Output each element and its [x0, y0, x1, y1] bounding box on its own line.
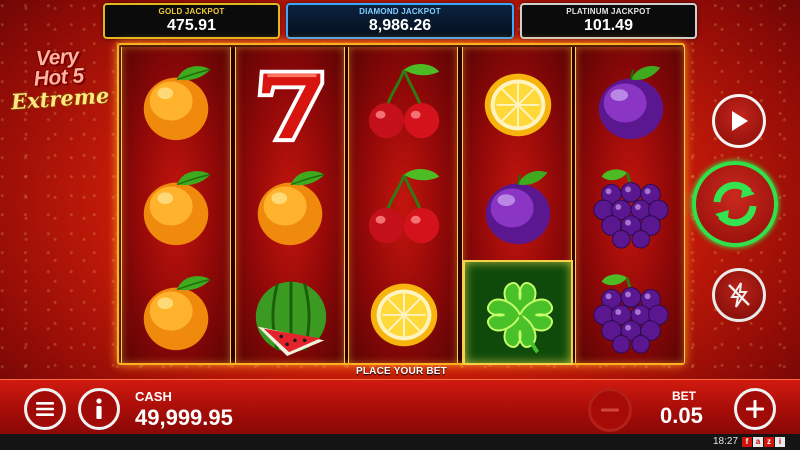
gold-jackpot: GOLD JACKPOT 475.91: [103, 3, 280, 39]
info-button[interactable]: [78, 388, 120, 430]
diamond-jackpot-label: DIAMOND JACKPOT: [359, 7, 441, 16]
gold-jackpot-value: 475.91: [167, 17, 216, 34]
reel-3: [348, 47, 458, 363]
cherry-symbol: [349, 155, 459, 260]
diamond-jackpot: DIAMOND JACKPOT 8,986.26: [286, 3, 514, 39]
orange-symbol: [236, 155, 346, 260]
clover-icon: [486, 281, 553, 354]
jackpot-bar: GOLD JACKPOT 475.91 DIAMOND JACKPOT 8,98…: [103, 3, 697, 39]
plum-symbol: [576, 50, 686, 155]
cherry-icon: [368, 63, 440, 139]
status-bar: 18:27 f a z i: [0, 434, 800, 450]
spin-arrows-icon: [713, 181, 757, 227]
seven-symbol: [236, 50, 346, 155]
decrease-bet-button[interactable]: [588, 388, 632, 432]
brand-logo: f a z i: [742, 437, 785, 447]
brand-letter: z: [764, 437, 774, 447]
watermelon-icon: [255, 281, 326, 356]
turbo-button[interactable]: [712, 268, 766, 322]
reel-2: [234, 47, 346, 365]
cherry-icon: [368, 168, 440, 244]
orange-icon: [143, 171, 211, 246]
menu-button[interactable]: [24, 388, 66, 430]
plum-symbol: [463, 155, 573, 260]
reel-5: [575, 47, 685, 363]
clover-symbol: [462, 260, 573, 365]
minus-icon: [601, 408, 619, 412]
lemon-symbol: [349, 260, 459, 365]
lemon-symbol: [463, 50, 573, 155]
increase-bet-button[interactable]: [734, 388, 776, 430]
place-your-bet-message: PLACE YOUR BET: [356, 366, 447, 377]
platinum-jackpot-label: PLATINUM JACKPOT: [566, 7, 651, 16]
reel-1: [121, 47, 231, 363]
grapes-symbol: [576, 155, 686, 260]
seven-icon: [257, 69, 324, 143]
orange-symbol: [122, 50, 232, 155]
orange-icon: [257, 171, 324, 246]
menu-icon: [36, 402, 54, 416]
watermelon-symbol: [236, 260, 346, 365]
platinum-jackpot: PLATINUM JACKPOT 101.49: [520, 3, 697, 39]
bet-value: 0.05: [660, 403, 703, 428]
cash-label: CASH: [135, 389, 172, 404]
grapes-icon: [593, 274, 669, 354]
gold-jackpot-label: GOLD JACKPOT: [158, 7, 225, 16]
diamond-jackpot-value: 8,986.26: [368, 17, 432, 34]
plus-icon: [746, 400, 764, 418]
game-logo: Very Hot 5 Extreme: [2, 44, 116, 120]
clock: 18:27: [713, 436, 739, 447]
turbo-off-icon: [728, 282, 750, 308]
orange-icon: [143, 66, 211, 141]
grapes-symbol: [576, 260, 686, 365]
orange-symbol: [122, 155, 232, 260]
spin-button[interactable]: [692, 161, 778, 247]
orange-icon: [143, 276, 211, 351]
logo-line-3: Extreme: [10, 82, 111, 115]
brand-letter: f: [742, 437, 752, 447]
bet-label: BET: [672, 389, 696, 403]
reel-4: [461, 47, 573, 365]
brand-letter: a: [753, 437, 763, 447]
cherry-symbol: [349, 50, 459, 155]
info-icon: [96, 398, 102, 419]
brand-letter: i: [775, 437, 785, 447]
platinum-jackpot-value: 101.49: [584, 17, 633, 34]
reel-area: [117, 43, 685, 365]
plum-icon: [485, 171, 550, 245]
lemon-icon: [484, 73, 551, 137]
lemon-icon: [370, 283, 438, 347]
orange-symbol: [122, 260, 232, 365]
play-icon: [732, 111, 748, 131]
cash-value: 49,999.95: [135, 405, 233, 430]
autoplay-button[interactable]: [712, 94, 766, 148]
plum-icon: [598, 66, 664, 140]
grapes-icon: [593, 169, 669, 249]
control-bar: CASH 49,999.95 BET 0.05: [0, 379, 800, 434]
